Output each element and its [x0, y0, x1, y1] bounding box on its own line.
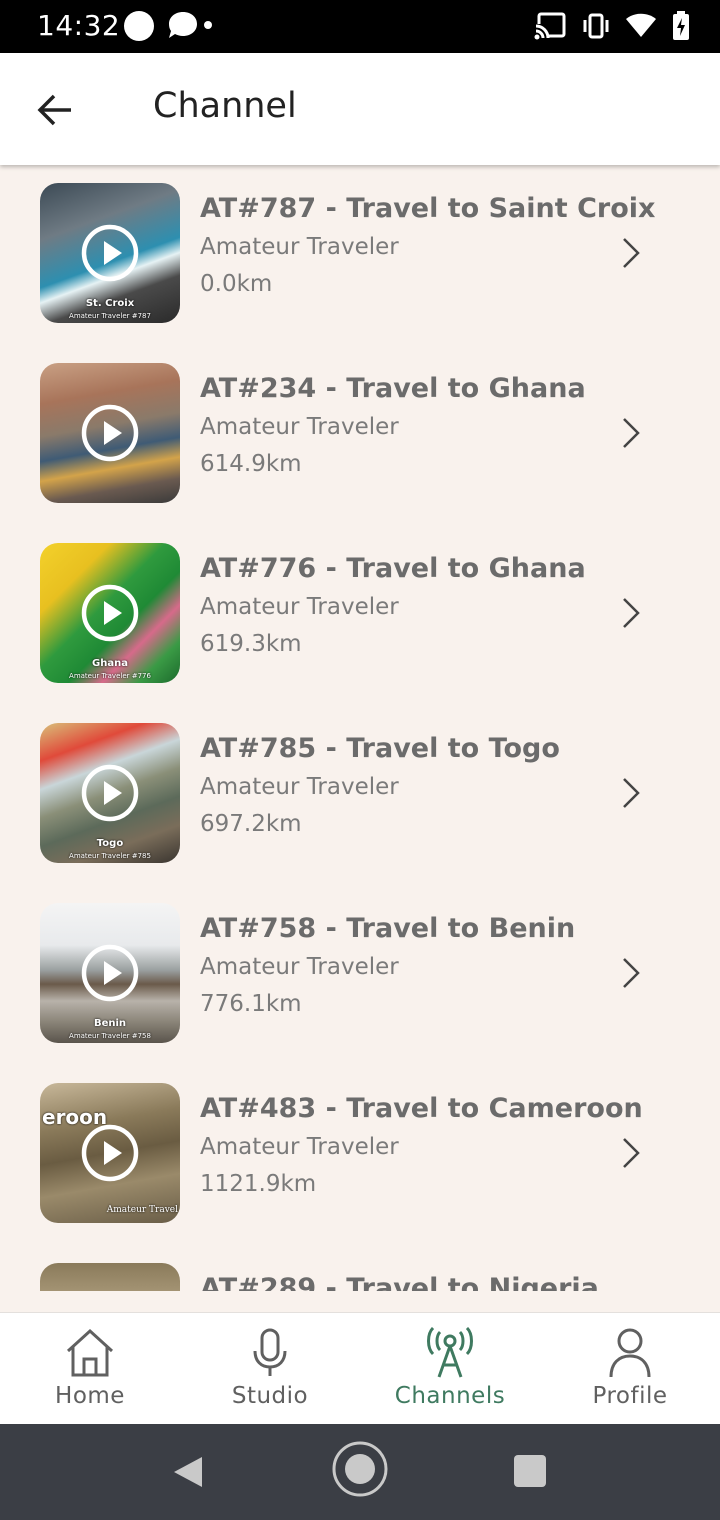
- thumbnail-caption: Togo: [96, 838, 124, 849]
- system-back-icon[interactable]: [170, 1454, 206, 1490]
- episode-author: Amateur Traveler: [200, 774, 399, 800]
- episode-thumbnail[interactable]: [40, 363, 180, 503]
- wifi-icon: [626, 13, 656, 37]
- thumbnail-subcaption: Amateur Traveler #785: [69, 852, 151, 860]
- microphone-icon: [253, 1328, 287, 1376]
- episode-title: AT#758 - Travel to Benin: [200, 913, 576, 944]
- episode-thumbnail[interactable]: St. Croix Amateur Traveler #787: [40, 183, 180, 323]
- vibrate-icon: [583, 13, 609, 39]
- play-icon[interactable]: [80, 583, 140, 643]
- episode-author: Amateur Traveler: [200, 414, 399, 440]
- nav-label-profile: Profile: [592, 1383, 668, 1409]
- chevron-right-icon[interactable]: [616, 955, 644, 991]
- nav-label-studio: Studio: [231, 1383, 309, 1409]
- episode-title: AT#234 - Travel to Ghana: [200, 373, 586, 404]
- list-item[interactable]: St. Croix Amateur Traveler #787 AT#787 -…: [0, 165, 720, 345]
- dot-icon: [204, 21, 212, 29]
- message-bubble-icon: [169, 12, 197, 38]
- episode-thumbnail[interactable]: eroon Amateur Travel: [40, 1083, 180, 1223]
- screen: 14:32 Channel St. Croix Amateur Traveler…: [0, 0, 720, 1520]
- cast-icon: [534, 12, 566, 40]
- episode-thumbnail[interactable]: Benin Amateur Traveler #758: [40, 903, 180, 1043]
- episode-author: Amateur Traveler: [200, 1134, 399, 1160]
- chevron-right-icon[interactable]: [616, 775, 644, 811]
- nav-label-channels: Channels: [394, 1383, 506, 1409]
- episode-thumbnail[interactable]: [40, 1263, 180, 1291]
- chevron-right-icon[interactable]: [616, 235, 644, 271]
- episode-thumbnail[interactable]: Togo Amateur Traveler #785: [40, 723, 180, 863]
- episode-distance: 614.9km: [200, 451, 302, 477]
- episode-author: Amateur Traveler: [200, 954, 399, 980]
- nav-item-studio[interactable]: Studio: [180, 1313, 360, 1425]
- nav-item-channels[interactable]: Channels: [360, 1313, 540, 1425]
- episode-title: AT#785 - Travel to Togo: [200, 733, 560, 764]
- back-button[interactable]: [28, 83, 82, 137]
- bottom-navigation: Home Studio Channels Profile: [0, 1312, 720, 1424]
- status-icons: [534, 10, 690, 42]
- play-icon[interactable]: [80, 223, 140, 283]
- list-item[interactable]: Benin Amateur Traveler #758 AT#758 - Tra…: [0, 885, 720, 1065]
- play-icon[interactable]: [80, 1123, 140, 1183]
- list-item[interactable]: AT#234 - Travel to Ghana Amateur Travele…: [0, 345, 720, 525]
- system-recents-icon[interactable]: [514, 1455, 546, 1487]
- thumbnail-caption: St. Croix: [85, 298, 135, 309]
- home-icon: [66, 1328, 114, 1377]
- arrow-left-icon: [37, 94, 71, 126]
- episode-thumbnail[interactable]: Ghana Amateur Traveler #776: [40, 543, 180, 683]
- thumbnail-subcaption: Amateur Traveler #787: [69, 312, 151, 320]
- episode-title: AT#289 - Travel to Nigeria: [200, 1273, 599, 1291]
- episode-author: Amateur Traveler: [200, 234, 399, 260]
- system-home-icon[interactable]: [331, 1440, 389, 1498]
- chevron-right-icon[interactable]: [616, 1135, 644, 1171]
- chevron-right-icon[interactable]: [616, 595, 644, 631]
- list-item[interactable]: AT#289 - Travel to Nigeria: [0, 1245, 720, 1291]
- chevron-right-icon[interactable]: [616, 415, 644, 451]
- broadcast-tower-icon: [427, 1327, 473, 1378]
- thumbnail-subcaption: Amateur Traveler #776: [69, 672, 151, 680]
- episode-list[interactable]: St. Croix Amateur Traveler #787 AT#787 -…: [0, 165, 720, 1291]
- episode-distance: 0.0km: [200, 271, 273, 297]
- list-item[interactable]: eroon Amateur Travel AT#483 - Travel to …: [0, 1065, 720, 1245]
- nav-item-profile[interactable]: Profile: [540, 1313, 720, 1425]
- play-icon[interactable]: [80, 763, 140, 823]
- person-icon: [609, 1328, 651, 1378]
- play-icon[interactable]: [80, 943, 140, 1003]
- status-bar: 14:32: [0, 0, 720, 53]
- episode-distance: 776.1km: [200, 991, 302, 1017]
- episode-title: AT#776 - Travel to Ghana: [200, 553, 586, 584]
- nav-item-home[interactable]: Home: [0, 1313, 180, 1425]
- page-title: Channel: [153, 86, 297, 126]
- thumbnail-subcaption: Amateur Travel: [106, 1205, 178, 1215]
- episode-author: Amateur Traveler: [200, 594, 399, 620]
- thumbnail-caption: Ghana: [92, 658, 128, 669]
- episode-distance: 697.2km: [200, 811, 302, 837]
- nav-label-home: Home: [55, 1383, 125, 1409]
- episode-distance: 619.3km: [200, 631, 302, 657]
- thumbnail-caption: Benin: [93, 1018, 127, 1029]
- list-item[interactable]: Togo Amateur Traveler #785 AT#785 - Trav…: [0, 705, 720, 885]
- system-navigation-bar: [0, 1424, 720, 1520]
- thumbnail-subcaption: Amateur Traveler #758: [69, 1032, 151, 1040]
- list-item[interactable]: Ghana Amateur Traveler #776 AT#776 - Tra…: [0, 525, 720, 705]
- circle-notification-icon: [124, 11, 154, 41]
- episode-distance: 1121.9km: [200, 1171, 317, 1197]
- battery-charging-icon: [673, 11, 689, 40]
- episode-title: AT#787 - Travel to Saint Croix: [200, 193, 656, 224]
- status-time: 14:32: [37, 9, 121, 42]
- app-bar: Channel: [0, 53, 720, 165]
- episode-title: AT#483 - Travel to Cameroon: [200, 1093, 643, 1124]
- play-icon[interactable]: [80, 403, 140, 463]
